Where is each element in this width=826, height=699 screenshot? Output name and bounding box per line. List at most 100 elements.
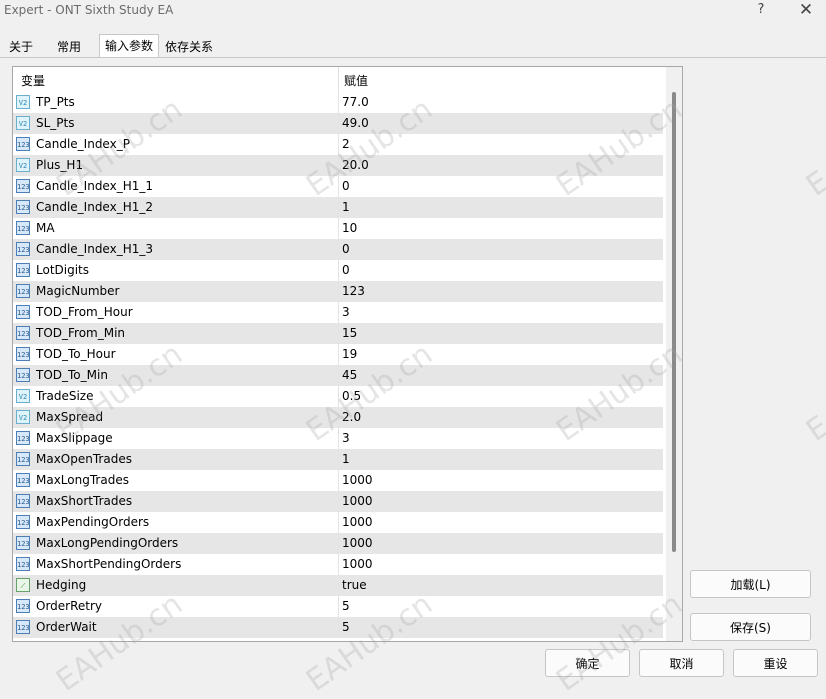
parameter-name: MaxSpread xyxy=(36,410,104,424)
cell-divider xyxy=(338,113,339,134)
close-button[interactable]: ✕ xyxy=(796,0,816,20)
parameter-value[interactable]: 19 xyxy=(342,347,357,361)
parameter-name: Candle_Index_P xyxy=(36,137,130,151)
integer-type-icon: 123 xyxy=(16,599,30,613)
integer-type-icon: 123 xyxy=(16,494,30,508)
cell-divider xyxy=(338,449,339,470)
integer-type-icon: 123 xyxy=(16,200,30,214)
parameter-value[interactable]: 3 xyxy=(342,431,350,445)
parameter-value[interactable]: 1000 xyxy=(342,557,373,571)
parameter-row[interactable]: 123 Candle_Index_H1_3 0 xyxy=(13,239,663,260)
parameter-row[interactable]: V2 Plus_H1 20.0 xyxy=(13,155,663,176)
parameter-value[interactable]: 5 xyxy=(342,620,350,634)
parameter-value[interactable]: 1000 xyxy=(342,515,373,529)
cell-divider xyxy=(338,92,339,113)
cell-divider xyxy=(338,302,339,323)
tab-inputs[interactable]: 输入参数 xyxy=(99,34,160,59)
parameter-value[interactable]: 1 xyxy=(342,452,350,466)
integer-type-icon: 123 xyxy=(16,473,30,487)
parameter-row[interactable]: 123 MaxLongTrades 1000 xyxy=(13,470,663,491)
cell-divider xyxy=(338,596,339,617)
parameter-row[interactable]: 123 TOD_To_Hour 19 xyxy=(13,344,663,365)
cell-divider xyxy=(338,470,339,491)
ok-button[interactable]: 确定 xyxy=(545,649,630,677)
parameter-value[interactable]: 0 xyxy=(342,242,350,256)
parameter-row[interactable]: V2 TP_Pts 77.0 xyxy=(13,92,663,113)
parameter-value[interactable]: 1000 xyxy=(342,494,373,508)
parameter-value[interactable]: 1000 xyxy=(342,473,373,487)
reset-button[interactable]: 重设 xyxy=(733,649,818,677)
parameter-value[interactable]: 123 xyxy=(342,284,365,298)
vertical-scrollbar[interactable] xyxy=(666,67,682,641)
parameter-row[interactable]: ⟋ Hedging true xyxy=(13,575,663,596)
parameter-row[interactable]: 123 MagicNumber 123 xyxy=(13,281,663,302)
parameter-value[interactable]: true xyxy=(342,578,367,592)
parameter-row[interactable]: 123 TOD_From_Hour 3 xyxy=(13,302,663,323)
integer-type-icon: 123 xyxy=(16,137,30,151)
tab-common[interactable]: 常用 xyxy=(52,36,86,58)
parameter-value[interactable]: 2.0 xyxy=(342,410,361,424)
integer-type-icon: 123 xyxy=(16,221,30,235)
tab-dependencies[interactable]: 依存关系 xyxy=(160,36,218,58)
column-divider[interactable] xyxy=(338,67,339,92)
integer-type-icon: 123 xyxy=(16,242,30,256)
parameter-row[interactable]: 123 MA 10 xyxy=(13,218,663,239)
parameter-value[interactable]: 1 xyxy=(342,200,350,214)
help-button[interactable]: ? xyxy=(752,0,770,20)
parameter-value[interactable]: 0 xyxy=(342,179,350,193)
parameter-row[interactable]: 123 MaxLongPendingOrders 1000 xyxy=(13,533,663,554)
parameters-grid[interactable]: 变量 赋值 V2 TP_Pts 77.0 V2 SL_Pts 49.0 123 Candle_… xyxy=(12,66,683,642)
cell-divider xyxy=(338,323,339,344)
scrollbar-thumb[interactable] xyxy=(672,92,676,552)
save-button[interactable]: 保存(S) xyxy=(690,613,811,641)
parameter-value[interactable]: 10 xyxy=(342,221,357,235)
parameter-row[interactable]: V2 TradeSize 0.5 xyxy=(13,386,663,407)
parameter-value[interactable]: 0.5 xyxy=(342,389,361,403)
parameter-value[interactable]: 0 xyxy=(342,263,350,277)
cell-divider xyxy=(338,554,339,575)
integer-type-icon: 123 xyxy=(16,305,30,319)
parameter-value[interactable]: 3 xyxy=(342,305,350,319)
parameter-value[interactable]: 45 xyxy=(342,368,357,382)
integer-type-icon: 123 xyxy=(16,536,30,550)
cell-divider xyxy=(338,533,339,554)
column-header-variable[interactable]: 变量 xyxy=(21,72,45,89)
tab-about[interactable]: 关于 xyxy=(4,36,38,58)
parameter-row[interactable]: V2 MaxSpread 2.0 xyxy=(13,407,663,428)
parameter-row[interactable]: 123 Candle_Index_H1_1 0 xyxy=(13,176,663,197)
parameter-value[interactable]: 77.0 xyxy=(342,95,369,109)
parameter-row[interactable]: 123 Candle_Index_P 2 xyxy=(13,134,663,155)
parameter-name: OrderWait xyxy=(36,620,97,634)
parameter-row[interactable]: 123 Candle_Index_H1_2 1 xyxy=(13,197,663,218)
cancel-button[interactable]: 取消 xyxy=(639,649,724,677)
load-button[interactable]: 加载(L) xyxy=(690,570,811,598)
parameter-value[interactable]: 2 xyxy=(342,137,350,151)
parameter-row[interactable]: 123 LotDigits 0 xyxy=(13,260,663,281)
parameter-row[interactable]: 123 OrderWait 5 xyxy=(13,617,663,638)
parameter-value[interactable]: 20.0 xyxy=(342,158,369,172)
parameter-row[interactable]: 123 TOD_To_Min 45 xyxy=(13,365,663,386)
parameter-row[interactable]: 123 OrderRetry 5 xyxy=(13,596,663,617)
parameter-value[interactable]: 5 xyxy=(342,599,350,613)
integer-type-icon: 123 xyxy=(16,179,30,193)
integer-type-icon: 123 xyxy=(16,326,30,340)
parameter-row[interactable]: 123 TOD_From_Min 15 xyxy=(13,323,663,344)
column-header-value[interactable]: 赋值 xyxy=(344,72,368,89)
parameter-row[interactable]: 123 MaxPendingOrders 1000 xyxy=(13,512,663,533)
parameter-row[interactable]: 123 MaxShortTrades 1000 xyxy=(13,491,663,512)
parameter-value[interactable]: 1000 xyxy=(342,536,373,550)
parameter-name: Candle_Index_H1_1 xyxy=(36,179,153,193)
parameter-value[interactable]: 49.0 xyxy=(342,116,369,130)
parameter-name: TP_Pts xyxy=(36,95,75,109)
parameter-row[interactable]: 123 MaxOpenTrades 1 xyxy=(13,449,663,470)
cell-divider xyxy=(338,491,339,512)
parameter-row[interactable]: V2 SL_Pts 49.0 xyxy=(13,113,663,134)
integer-type-icon: 123 xyxy=(16,431,30,445)
parameter-value[interactable]: 15 xyxy=(342,326,357,340)
parameter-row[interactable]: 123 MaxSlippage 3 xyxy=(13,428,663,449)
integer-type-icon: 123 xyxy=(16,452,30,466)
integer-type-icon: 123 xyxy=(16,368,30,382)
parameter-row[interactable]: 123 MaxShortPendingOrders 1000 xyxy=(13,554,663,575)
parameter-name: MaxPendingOrders xyxy=(36,515,150,529)
cell-divider xyxy=(338,134,339,155)
